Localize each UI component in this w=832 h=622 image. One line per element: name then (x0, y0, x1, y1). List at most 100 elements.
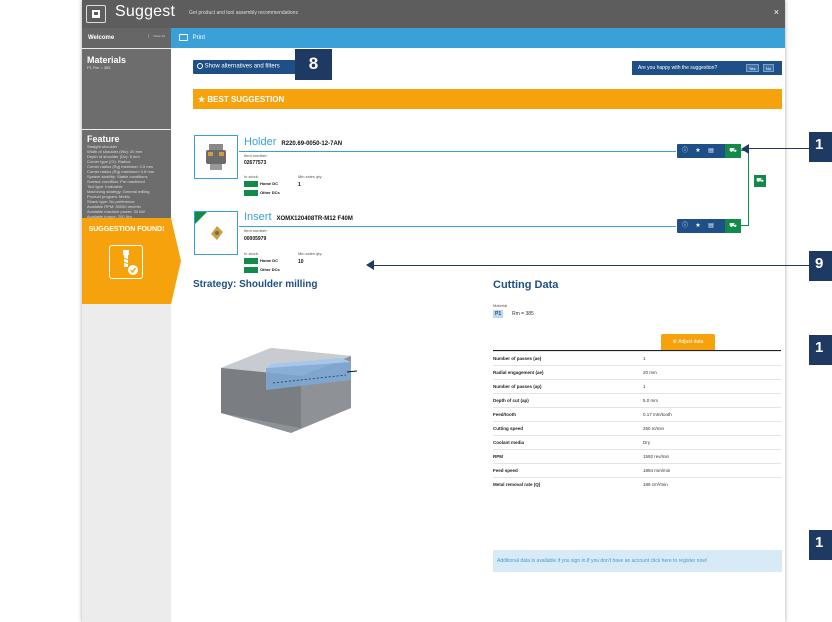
sign-in-info-banner[interactable]: Additional data is available if you sign… (493, 550, 782, 572)
table-row: Number of passes (ap) 1 (493, 379, 781, 394)
insert-in-stock-label: In stock: (244, 251, 259, 256)
holder-name: Holder (244, 136, 277, 148)
holder-item-number: 02677573 (244, 160, 267, 166)
insert-min-qty: 10 (298, 259, 304, 265)
param-name: Number of passes (ae) (493, 351, 643, 366)
bracket-bottom (741, 225, 749, 226)
holder-actions: ⓘ ★ ▤ ⛟ (677, 144, 741, 158)
callout-arrow-icon (741, 144, 749, 154)
table-row: Feed/tooth 0.17 mm/tooth (493, 407, 781, 422)
star-icon[interactable]: ★ (694, 147, 702, 155)
holder-min-qty: 1 (298, 182, 301, 188)
other-dcs-label: Other DCs (260, 190, 280, 196)
holder-image[interactable] (194, 135, 238, 179)
sidebar-materials[interactable]: Materials P1 Rm = 385 (82, 49, 171, 129)
table-row: Feed speed 1894 mm/min (493, 463, 781, 478)
callout-badge: 1 (809, 335, 832, 365)
insert-image[interactable] (194, 211, 238, 255)
param-name: Cutting speed (493, 421, 643, 436)
callout-badge: 1 (809, 132, 832, 162)
material-label: Material (493, 303, 508, 308)
param-name: Depth of cut (ap) (493, 393, 643, 408)
table-row: Metal removal rate (Q) 189 cm³/min (493, 477, 781, 492)
callout-connector (372, 265, 809, 266)
param-name: Number of passes (ap) (493, 379, 643, 394)
print-button[interactable]: Print (179, 34, 205, 41)
holder-other-dcs[interactable]: Other DCs (244, 190, 280, 196)
sidebar-welcome[interactable]: Welcome Clear all (82, 28, 171, 48)
param-name: Metal removal rate (Q) (493, 477, 643, 492)
welcome-label: Welcome (88, 35, 115, 41)
callout-badge: 9 (809, 251, 832, 281)
home-dc-label: Home DC (260, 258, 279, 264)
param-name: Feed speed (493, 463, 643, 478)
show-alternatives-label: Show alternatives and filters (204, 63, 280, 70)
tool-check-icon (109, 245, 143, 279)
table-row: Depth of cut (ap) 5.0 mm (493, 393, 781, 408)
bracket-vertical (748, 150, 749, 226)
insert-home-dc: Home DC (244, 258, 278, 264)
holder-title[interactable]: Holder R220.69-0050-12-7AN (244, 136, 342, 148)
callout-badge: 1 (809, 530, 832, 560)
param-value: 1592 rev/min (643, 449, 781, 464)
insert-title[interactable]: Insert XOMX120408TR-M12 F40M (244, 211, 353, 223)
insert-actions: ⓘ ★ ▤ ⛟ (677, 219, 741, 233)
insert-min-qty-label: Min sales qty: (298, 251, 323, 256)
sidebar-suggestion-found[interactable]: SUGGESTION FOUND! (82, 218, 181, 304)
best-suggestion-banner: ★ BEST SUGGESTION (193, 89, 782, 109)
other-dcs-label: Other DCs (260, 267, 280, 273)
adjust-data-button[interactable]: ⚙ Adjust data (661, 334, 715, 351)
param-name: Feed/tooth (493, 407, 643, 422)
insert-item-number: 00005979 (244, 236, 267, 242)
holder-home-dc: Home DC (244, 181, 278, 187)
main-panel: Print Show alternatives and filters 8 Ar… (171, 28, 785, 622)
holder-in-stock-label: In stock: (244, 174, 259, 179)
holder-item-number-label: Item number: (244, 153, 268, 158)
book-icon[interactable]: ▤ (707, 147, 715, 155)
clear-all-link[interactable]: Clear all (148, 34, 165, 38)
no-button[interactable]: No (763, 64, 775, 72)
print-icon (179, 34, 188, 41)
happy-question: Are you happy with the suggestion? (638, 65, 718, 71)
yes-button[interactable]: Yes (746, 64, 759, 72)
suggestion-found-title: SUGGESTION FOUND! (88, 226, 165, 233)
param-name: RPM (493, 449, 643, 464)
app-title: Suggest (115, 3, 176, 20)
param-value: 1894 mm/min (643, 463, 781, 478)
material-chip: P1 (493, 310, 504, 318)
insert-rule (239, 226, 676, 227)
table-row: Number of passes (ae) 1 (493, 351, 781, 366)
strategy-title: Strategy: Shoulder milling (193, 279, 318, 290)
callout-arrow-icon (366, 260, 374, 270)
shoulder-milling-illustration (211, 328, 361, 438)
close-icon[interactable]: × (774, 7, 779, 17)
param-value: 0.17 mm/tooth (643, 407, 781, 422)
param-value: Dry (643, 435, 781, 450)
add-all-to-cart-icon[interactable]: ⛟ (754, 175, 766, 187)
callout-connector (745, 148, 809, 149)
book-icon[interactable]: ▤ (707, 222, 715, 230)
happy-bar: Are you happy with the suggestion? Yes N… (632, 61, 782, 75)
sidebar: Welcome Clear all Materials P1 Rm = 385 … (82, 28, 181, 622)
param-value: 20 mm (643, 365, 781, 380)
info-icon[interactable]: ⓘ (681, 222, 689, 230)
param-name: Radial engagement (ae) (493, 365, 643, 380)
star-icon[interactable]: ★ (694, 222, 702, 230)
stock-indicator (244, 190, 258, 196)
param-value: 250 m/min (643, 421, 781, 436)
sidebar-feature[interactable]: Feature Straight shoulder Width of shoul… (82, 130, 171, 219)
info-icon[interactable]: ⓘ (681, 147, 689, 155)
param-value: 5.0 mm (643, 393, 781, 408)
param-name: Coolant media (493, 435, 643, 450)
cart-icon[interactable]: ⛟ (725, 144, 741, 158)
search-icon (197, 63, 203, 69)
insert-name: Insert (244, 211, 272, 223)
insert-other-dcs[interactable]: Other DCs (244, 267, 280, 273)
cutting-data-table: Number of passes (ae) 1 Radial engagement… (493, 351, 781, 492)
cart-icon[interactable]: ⛟ (725, 219, 741, 233)
stock-indicator (244, 181, 258, 187)
stock-indicator (244, 267, 258, 273)
cutting-data-title: Cutting Data (493, 279, 559, 291)
holder-min-qty-label: Min sales qty: (298, 174, 323, 179)
feature-title: Feature (87, 134, 120, 144)
